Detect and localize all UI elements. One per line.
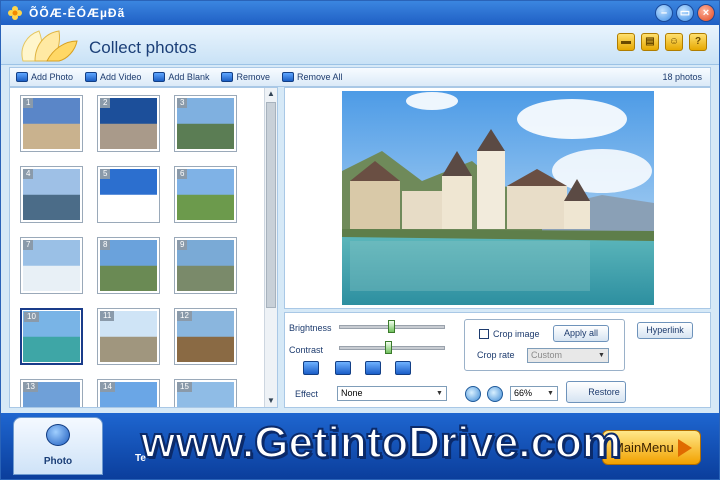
thumbnail-3[interactable]: 3	[174, 95, 237, 152]
thumbnail-9[interactable]: 9	[174, 237, 237, 294]
save-icon[interactable]: ▤	[641, 33, 659, 51]
remove-all-button[interactable]: Remove All	[281, 72, 343, 82]
minimize-button[interactable]: –	[655, 4, 673, 22]
brightness-slider[interactable]	[339, 320, 445, 333]
add-video-icon	[85, 72, 98, 82]
thumbnail-15[interactable]: 15	[174, 379, 237, 407]
thumbnail-8[interactable]: 8	[97, 237, 160, 294]
scroll-down-arrow-icon[interactable]: ▼	[265, 395, 277, 407]
photo-toolbar: Add Photo Add Video Add Blank Remove Rem…	[9, 67, 711, 87]
scroll-up-arrow-icon[interactable]: ▲	[265, 88, 277, 100]
add-blank-button[interactable]: Add Blank	[153, 72, 209, 82]
page-title: Collect photos	[89, 38, 197, 57]
user-icon[interactable]: ☺	[665, 33, 683, 51]
brightness-label: Brightness	[289, 323, 332, 333]
thumbnail-2[interactable]: 2	[97, 95, 160, 152]
thumbnail-11[interactable]: 11	[97, 308, 160, 365]
zoom-out-icon[interactable]	[487, 386, 503, 402]
remove-button[interactable]: Remove	[221, 72, 270, 82]
thumbnail-number: 4	[23, 169, 34, 179]
thumbnail-7[interactable]: 7	[20, 237, 83, 294]
add-video-button[interactable]: Add Video	[85, 72, 141, 82]
tab-photo-label: Photo	[43, 456, 73, 467]
restore-button[interactable]: Restore	[566, 381, 626, 403]
effect-label: Effect	[295, 389, 318, 399]
tab-photo[interactable]: Photo	[13, 417, 103, 475]
crop-image-checkbox[interactable]	[479, 329, 489, 339]
thumbnail-number: 1	[23, 98, 34, 108]
brightness-slider-thumb[interactable]	[387, 320, 395, 333]
thumbnail-number: 5	[100, 169, 111, 179]
add-photo-icon	[16, 72, 28, 82]
remove-icon	[221, 72, 234, 82]
thumbnail-1[interactable]: 1	[20, 95, 83, 152]
thumbnail-6[interactable]: 6	[174, 166, 237, 223]
photo-count: 18 photos	[662, 72, 702, 82]
hyperlink-button[interactable]: Hyperlink	[637, 322, 693, 339]
remove-all-icon	[281, 72, 294, 82]
flip-vertical-icon[interactable]	[395, 361, 411, 375]
thumbnail-number: 8	[100, 240, 111, 250]
thumbnail-12[interactable]: 12	[174, 308, 237, 365]
add-blank-icon	[153, 72, 166, 82]
thumbnail-number: 3	[177, 98, 188, 108]
title-bar[interactable]: ÕÕÆ-ÊÓÆµÐã – ▭ ×	[1, 1, 719, 25]
thumbnail-number: 6	[177, 169, 188, 179]
thumbnail-scrollbar[interactable]: ▲ ▼	[264, 88, 277, 407]
help-icon[interactable]: ?	[689, 33, 707, 51]
chevron-down-icon: ▼	[436, 390, 443, 397]
contrast-label: Contrast	[289, 345, 324, 355]
zoom-in-icon[interactable]	[465, 386, 481, 402]
folder-icon[interactable]: ▬	[617, 33, 635, 51]
effect-select[interactable]: None ▼	[337, 386, 447, 401]
thumbnail-14[interactable]: 14	[97, 379, 160, 407]
thumbnail-13[interactable]: 13	[20, 379, 83, 407]
chevron-down-icon: ▼	[598, 352, 605, 359]
thumbnail-number: 13	[23, 382, 38, 392]
contrast-slider-thumb[interactable]	[384, 341, 392, 354]
thumbnail-number: 9	[177, 240, 188, 250]
crop-group: Crop image Apply all Crop rate Custom ▼	[464, 319, 625, 371]
castle-lake-photo	[342, 91, 654, 305]
chevron-down-icon: ▼	[547, 390, 554, 397]
watermark-text: www.GetintoDrive.com	[140, 417, 622, 468]
thumbnail-4[interactable]: 4	[20, 166, 83, 223]
maximize-button[interactable]: ▭	[676, 4, 694, 22]
scroll-thumb[interactable]	[266, 102, 276, 308]
flip-horizontal-icon[interactable]	[365, 361, 381, 375]
thumbnail-number: 2	[100, 98, 111, 108]
thumbnail-number: 14	[100, 382, 115, 392]
rotate-left-icon[interactable]	[303, 361, 319, 375]
thumbnail-number: 10	[24, 312, 39, 322]
thumbnail-number: 12	[177, 311, 192, 321]
thumbnail-10[interactable]: 10	[20, 308, 83, 365]
contrast-slider[interactable]	[339, 341, 445, 354]
window-title: ÕÕÆ-ÊÓÆµÐã	[29, 6, 126, 20]
album-logo-icon	[21, 30, 78, 62]
crop-image-label: Crop image	[493, 329, 540, 339]
thumbnail-number: 7	[23, 240, 34, 250]
zoom-select[interactable]: 66% ▼	[510, 386, 558, 401]
play-arrow-icon	[678, 439, 692, 457]
thumbnail-number: 15	[177, 382, 192, 392]
thumbnail-panel: 1 2 3 4 5 6 7 8 9 10 11 12 13 14 15 ▲ ▼	[9, 87, 278, 408]
add-photo-button[interactable]: Add Photo	[16, 72, 73, 82]
close-button[interactable]: ×	[697, 4, 715, 22]
photo-tab-icon	[46, 424, 70, 446]
page-header: Collect photos ▬ ▤ ☺ ?	[1, 25, 719, 65]
thumbnail-5[interactable]: 5	[97, 166, 160, 223]
app-window: ÕÕÆ-ÊÓÆµÐã – ▭ × Collect photos ▬ ▤ ☺ ? …	[0, 0, 720, 480]
adjustment-panel: Brightness Contrast Effect None ▼ Crop im…	[284, 312, 711, 408]
crop-rate-select[interactable]: Custom ▼	[527, 348, 609, 363]
app-flower-icon	[8, 6, 22, 20]
apply-all-button[interactable]: Apply all	[553, 325, 609, 342]
crop-rate-label: Crop rate	[477, 350, 515, 360]
photo-preview	[284, 87, 711, 309]
thumbnail-number: 11	[100, 311, 115, 321]
rotate-right-icon[interactable]	[335, 361, 351, 375]
